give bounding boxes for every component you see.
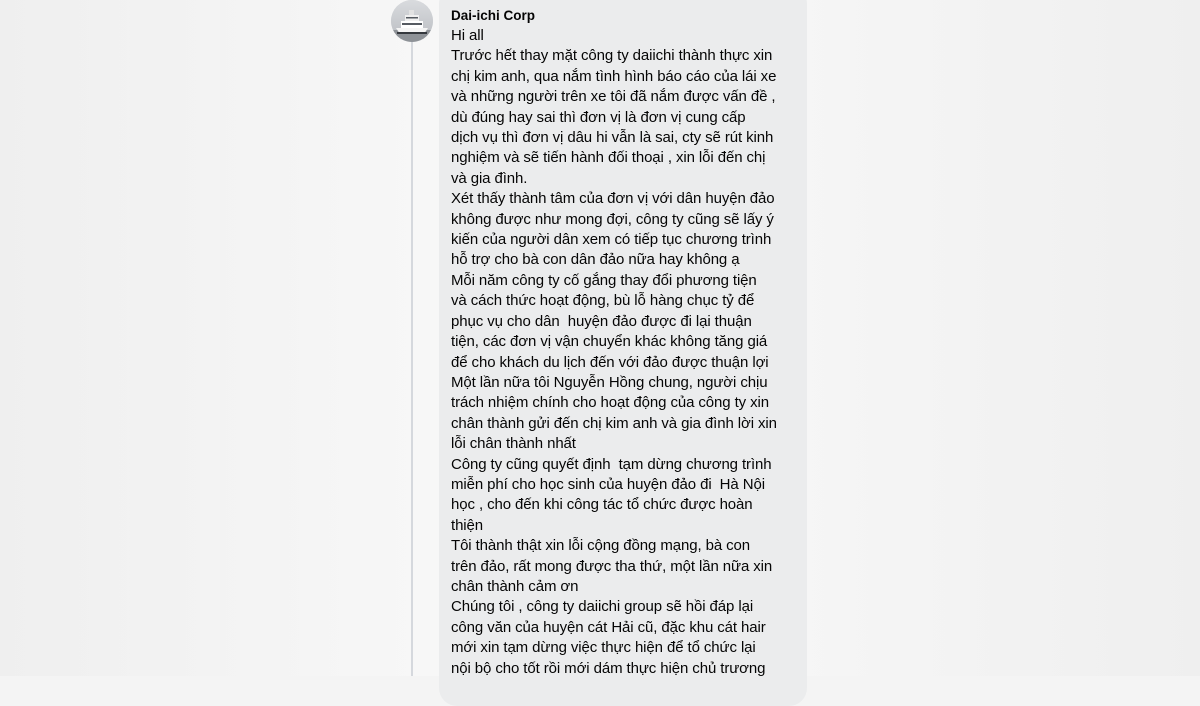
comment-bubble: Dai-ichi Corp Hi all Trước hết thay mặt … bbox=[439, 0, 807, 706]
comment-line: Trước hết thay mặt công ty daiichi thành… bbox=[451, 47, 773, 65]
comment-line: chân thành cảm ơn bbox=[451, 577, 579, 595]
comment-line: lỗi chân thành nhất bbox=[451, 435, 576, 453]
comment-line: Mỗi năm công ty cố gắng thay đổi phương … bbox=[451, 271, 757, 289]
comment-line: để cho khách du lịch đến với đảo được th… bbox=[451, 353, 769, 371]
comment-line: và cách thức hoạt động, bù lỗ hàng chục … bbox=[451, 292, 755, 310]
comment-line: Công ty cũng quyết định tạm dừng chương … bbox=[451, 455, 772, 473]
comment-line: học , cho đến khi công tác tổ chức được … bbox=[451, 496, 753, 514]
comment-line: miễn phí cho học sinh của huyện đảo đi H… bbox=[451, 475, 765, 493]
comment-line: và gia đình. bbox=[451, 169, 528, 187]
comment-line: chị kim anh, qua nắm tình hình báo cáo c… bbox=[451, 67, 777, 85]
comment-body: Hi all Trước hết thay mặt công ty daiich… bbox=[451, 26, 795, 679]
comment-line: phục vụ cho dân huyện đảo được đi lại th… bbox=[451, 312, 752, 330]
comment-line: và những người trên xe tôi đã nắm được v… bbox=[451, 88, 776, 106]
comment-line: trên đảo, rất mong được tha thứ, một lần… bbox=[451, 557, 773, 575]
comment-line: nghiệm và sẽ tiến hành đối thoại , xin l… bbox=[451, 149, 766, 167]
comment-line: thiện bbox=[451, 516, 484, 534]
comment-line: tiện, các đơn vị vận chuyển khác không t… bbox=[451, 333, 768, 351]
comment-line: Chúng tôi , công ty daiichi group sẽ hồi… bbox=[451, 598, 754, 616]
screenshot-viewport: Dai-ichi Corp Hi all Trước hết thay mặt … bbox=[0, 0, 1200, 706]
comment-line: trách nhiệm chính cho hoạt động của công… bbox=[451, 394, 770, 412]
comment-line: chân thành gửi đến chị kim anh và gia đì… bbox=[451, 414, 777, 432]
comment-line: mới xin tạm dừng việc thực hiện để tổ ch… bbox=[451, 639, 756, 657]
comment-line: Hi all bbox=[451, 27, 484, 44]
comment-line: công văn của huyện cát Hải cũ, đặc khu c… bbox=[451, 618, 766, 636]
comment-line: Một lần nữa tôi Nguyễn Hồng chung, người… bbox=[451, 373, 768, 391]
comment-line: dịch vụ thì đơn vị dâu hi vẫn là sai, ct… bbox=[451, 129, 774, 147]
comment-line: không được như mong đợi, công ty cũng sẽ… bbox=[451, 210, 774, 228]
comment-line: kiến của người dân xem có tiếp tục chươn… bbox=[451, 231, 772, 249]
comment-line: dù đúng hay sai thì đơn vị là đơn vị cun… bbox=[451, 108, 746, 126]
comment-line: hỗ trợ cho bà con dân đảo nữa hay không … bbox=[451, 251, 740, 269]
comment-author-name[interactable]: Dai-ichi Corp bbox=[451, 7, 795, 24]
comment-thread-line bbox=[411, 36, 413, 676]
avatar-image bbox=[391, 0, 433, 42]
comment-line: Xét thấy thành tâm của đơn vị với dân hu… bbox=[451, 190, 775, 208]
comment-line: Tôi thành thật xin lỗi cộng đồng mạng, b… bbox=[451, 537, 751, 555]
ship-photo-avatar[interactable] bbox=[391, 0, 433, 42]
